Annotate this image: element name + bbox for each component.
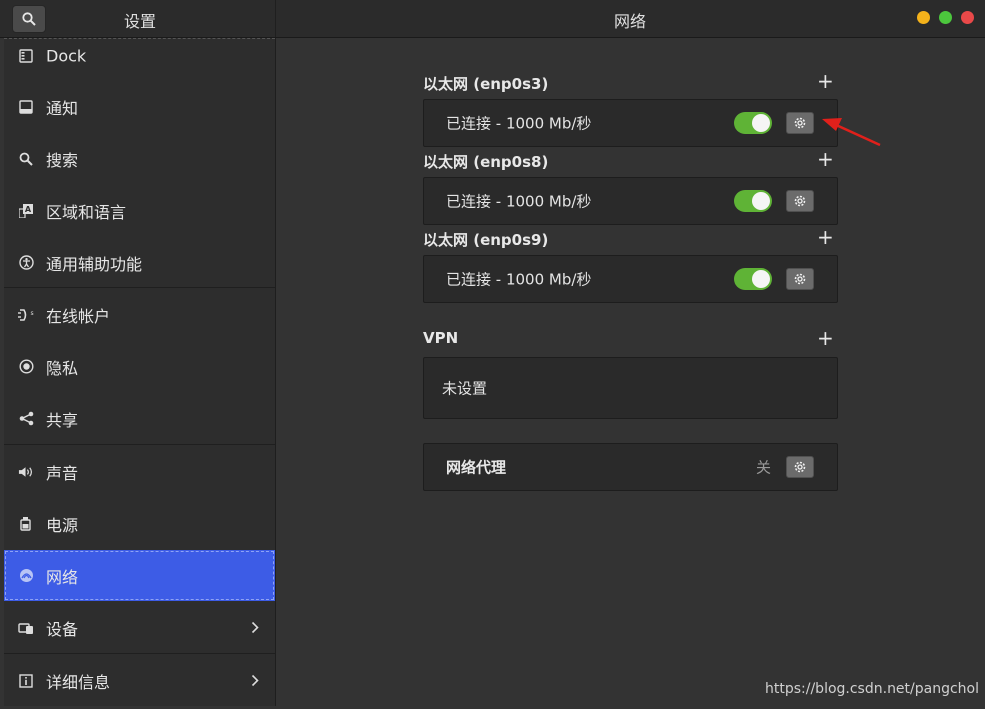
ethernet-2-settings-button[interactable]: [786, 190, 814, 212]
sidebar-item-details[interactable]: 详细信息: [4, 655, 275, 706]
ethernet-1-row: 已连接 - 1000 Mb/秒: [423, 99, 838, 147]
gear-icon: [794, 273, 806, 285]
sidebar-item-power[interactable]: 电源: [4, 498, 275, 549]
search-icon: [18, 151, 34, 167]
sidebar-item-search[interactable]: 搜索: [4, 133, 275, 184]
svg-text:s: s: [31, 310, 34, 317]
privacy-icon: [18, 359, 34, 375]
power-icon: [18, 516, 34, 532]
sidebar-item-label: 在线帐户: [46, 306, 111, 326]
close-button[interactable]: [961, 11, 974, 24]
sidebar-item-label: 设备: [46, 619, 79, 639]
dock-icon: [18, 48, 34, 64]
vpn-row: 未设置: [423, 357, 838, 419]
sidebar-item-label: 搜索: [46, 150, 79, 170]
sidebar-item-region-language[interactable]: A 区域和语言: [4, 185, 275, 236]
accessibility-icon: [18, 255, 34, 271]
sidebar: Dock 通知 搜索 A 区域和语言 通用辅助功能 s 在线帐户 隐私 共享 声…: [4, 38, 276, 706]
ethernet-2-status: 已连接 - 1000 Mb/秒: [446, 192, 592, 211]
maximize-button[interactable]: [939, 11, 952, 24]
minimize-button[interactable]: [917, 11, 930, 24]
region-language-icon: A: [18, 203, 34, 219]
settings-title: 设置: [124, 12, 157, 31]
online-accounts-icon: s: [18, 307, 34, 323]
chevron-right-icon: [251, 618, 259, 637]
ethernet-1-title: 以太网 (enp0s3): [423, 75, 549, 93]
sidebar-item-online-accounts[interactable]: s 在线帐户: [4, 289, 275, 340]
sidebar-item-label: 通用辅助功能: [46, 254, 143, 274]
sidebar-item-dock[interactable]: Dock: [4, 30, 275, 81]
proxy-settings-button[interactable]: [786, 456, 814, 478]
sidebar-item-sound[interactable]: 声音: [4, 446, 275, 497]
annotation-arrow-icon: [822, 118, 881, 147]
devices-icon: [18, 620, 34, 636]
sidebar-separator: [4, 653, 275, 654]
ethernet-3-settings-button[interactable]: [786, 268, 814, 290]
share-icon: [18, 411, 34, 427]
gear-icon: [794, 195, 806, 207]
search-button[interactable]: [12, 5, 46, 33]
header-divider: [275, 0, 276, 37]
sidebar-item-accessibility[interactable]: 通用辅助功能: [4, 237, 275, 288]
proxy-title: 网络代理: [446, 458, 507, 477]
sidebar-item-label: 声音: [46, 463, 79, 483]
page-title: 网络: [614, 12, 647, 31]
ethernet-3-row: 已连接 - 1000 Mb/秒: [423, 255, 838, 303]
sound-icon: [18, 464, 34, 480]
sidebar-item-sharing[interactable]: 共享: [4, 393, 275, 444]
ethernet-3-toggle[interactable]: [734, 268, 772, 290]
ethernet-2-row: 已连接 - 1000 Mb/秒: [423, 177, 838, 225]
add-vpn-button[interactable]: +: [817, 328, 834, 348]
sidebar-item-label: 共享: [46, 410, 79, 430]
add-ethernet-3-button[interactable]: +: [817, 227, 834, 247]
network-icon: [18, 568, 34, 584]
sidebar-item-label: Dock: [46, 46, 87, 65]
ethernet-1-status: 已连接 - 1000 Mb/秒: [446, 114, 592, 133]
ethernet-3-status: 已连接 - 1000 Mb/秒: [446, 270, 592, 289]
details-icon: [18, 673, 34, 689]
add-ethernet-2-button[interactable]: +: [817, 149, 834, 169]
gear-icon: [794, 117, 806, 129]
gear-icon: [794, 461, 806, 473]
vpn-status: 未设置: [442, 379, 488, 398]
vpn-title: VPN: [423, 329, 459, 347]
sidebar-item-label: 电源: [46, 515, 79, 535]
sidebar-item-label: 网络: [46, 567, 79, 587]
sidebar-item-label: 隐私: [46, 358, 79, 378]
sidebar-item-label: 通知: [46, 98, 79, 118]
search-icon: [22, 12, 36, 26]
sidebar-separator: [4, 444, 275, 445]
sidebar-item-devices[interactable]: 设备: [4, 602, 275, 653]
settings-window: 设置 网络 Dock 通知 搜索 A 区域和语言 通用辅助功能 s 在线帐户 隐…: [0, 0, 985, 709]
watermark: https://blog.csdn.net/pangchol: [765, 681, 980, 697]
ethernet-3-title: 以太网 (enp0s9): [423, 231, 549, 249]
sidebar-item-label: 区域和语言: [46, 202, 127, 222]
sidebar-item-privacy[interactable]: 隐私: [4, 341, 275, 392]
add-ethernet-1-button[interactable]: +: [817, 71, 834, 91]
sidebar-item-notifications[interactable]: 通知: [4, 81, 275, 132]
ethernet-1-settings-button[interactable]: [786, 112, 814, 134]
ethernet-1-toggle[interactable]: [734, 112, 772, 134]
sidebar-separator: [4, 287, 275, 288]
sidebar-item-network[interactable]: 网络: [4, 550, 275, 601]
chevron-right-icon: [251, 671, 259, 690]
ethernet-2-toggle[interactable]: [734, 190, 772, 212]
proxy-status: 关: [756, 458, 772, 477]
sidebar-item-label: 详细信息: [46, 672, 111, 692]
ethernet-2-title: 以太网 (enp0s8): [423, 153, 549, 171]
notification-icon: [18, 99, 34, 115]
proxy-row[interactable]: 网络代理 关: [423, 443, 838, 491]
svg-text:A: A: [25, 205, 32, 214]
